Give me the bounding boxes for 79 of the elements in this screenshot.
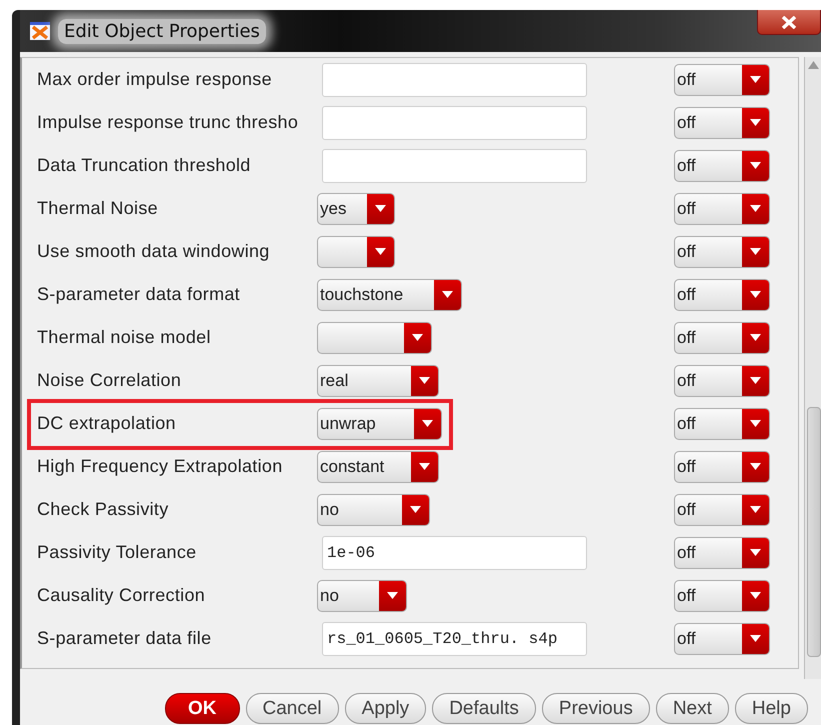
dropdown[interactable]: touchstone [317, 278, 462, 310]
dropdown[interactable]: no [317, 494, 430, 526]
property-label: Data Truncation threshold [37, 155, 252, 176]
toggle-dropdown[interactable]: off [674, 236, 770, 268]
dropdown[interactable]: yes [317, 192, 395, 224]
toggle-dropdown[interactable]: off [674, 364, 770, 396]
property-label: S-parameter data format [37, 284, 241, 305]
toggle-dropdown[interactable]: off [674, 536, 770, 568]
toggle-dropdown[interactable]: off [674, 64, 770, 96]
caret-icon [750, 506, 762, 513]
caret-icon [412, 334, 423, 341]
property-label: Noise Correlation [37, 370, 182, 391]
property-label: High Frequency Extrapolation [37, 456, 284, 477]
toggle-dropdown[interactable]: off [674, 322, 770, 354]
dialog-button[interactable]: Apply [344, 693, 426, 724]
caret-icon [750, 291, 762, 298]
caret-icon [750, 377, 762, 384]
toggle-dropdown[interactable]: off [674, 494, 770, 526]
toggle-dropdown[interactable]: off [674, 192, 770, 224]
property-label: Impulse response trunc thresho [37, 112, 300, 133]
caret-icon [750, 549, 762, 556]
caret-icon [387, 592, 398, 599]
text-field[interactable] [322, 106, 587, 140]
app-icon [30, 22, 50, 40]
caret-icon [750, 162, 762, 169]
scroll-thumb[interactable] [807, 407, 821, 657]
caret-icon [442, 291, 453, 298]
scrollbar[interactable] [804, 57, 821, 679]
text-field[interactable]: 1e-06 [322, 536, 587, 570]
property-label: Thermal Noise [37, 198, 159, 219]
property-label: Passivity Tolerance [37, 542, 198, 563]
text-field[interactable]: rs_01_0605_T20_thru. s4p [322, 622, 587, 656]
text-field[interactable] [322, 62, 587, 96]
scroll-up-icon [808, 61, 820, 69]
property-label: Max order impulse response [37, 69, 273, 90]
property-label: Thermal noise model [37, 327, 212, 348]
caret-icon [750, 420, 762, 427]
caret-icon [375, 205, 386, 212]
caret-icon [375, 248, 386, 255]
caret-icon [750, 463, 762, 470]
toggle-dropdown[interactable]: off [674, 408, 770, 440]
dropdown[interactable] [317, 322, 432, 354]
property-label: DC extrapolation [37, 413, 177, 434]
property-label: S-parameter data file [37, 628, 212, 649]
dropdown[interactable]: real [317, 364, 439, 396]
dialog-button[interactable]: Previous [542, 693, 650, 724]
caret-icon [750, 592, 762, 599]
toggle-dropdown[interactable]: off [674, 450, 770, 482]
caret-icon [750, 635, 762, 642]
close-button[interactable] [757, 10, 821, 35]
dialog-button[interactable]: Cancel [246, 693, 339, 724]
caret-icon [419, 463, 430, 470]
toggle-dropdown[interactable]: off [674, 278, 770, 310]
dropdown[interactable]: unwrap [317, 408, 442, 440]
property-label: Use smooth data windowing [37, 241, 271, 262]
dialog-button[interactable]: Next [656, 693, 729, 724]
caret-icon [750, 119, 762, 126]
caret-icon [422, 420, 433, 427]
caret-icon [750, 205, 762, 212]
dropdown[interactable]: constant [317, 450, 439, 482]
close-icon [781, 16, 797, 28]
property-label: Check Passivity [37, 499, 170, 520]
caret-icon [410, 506, 421, 513]
dialog-button[interactable]: Help [734, 693, 808, 724]
caret-icon [750, 334, 762, 341]
toggle-dropdown[interactable]: off [674, 580, 770, 612]
window-title: Edit Object Properties [58, 18, 266, 44]
property-label: Causality Correction [37, 585, 206, 606]
caret-icon [750, 248, 762, 255]
text-field[interactable] [322, 148, 587, 182]
toggle-dropdown[interactable]: off [674, 150, 770, 182]
dialog-button[interactable]: Defaults [432, 693, 536, 724]
dialog-button[interactable]: OK [165, 693, 240, 724]
dropdown[interactable]: no [317, 580, 407, 612]
caret-icon [419, 377, 430, 384]
dropdown[interactable] [317, 236, 395, 268]
toggle-dropdown[interactable]: off [674, 106, 770, 138]
toggle-dropdown[interactable]: off [674, 622, 770, 654]
caret-icon [750, 76, 762, 83]
